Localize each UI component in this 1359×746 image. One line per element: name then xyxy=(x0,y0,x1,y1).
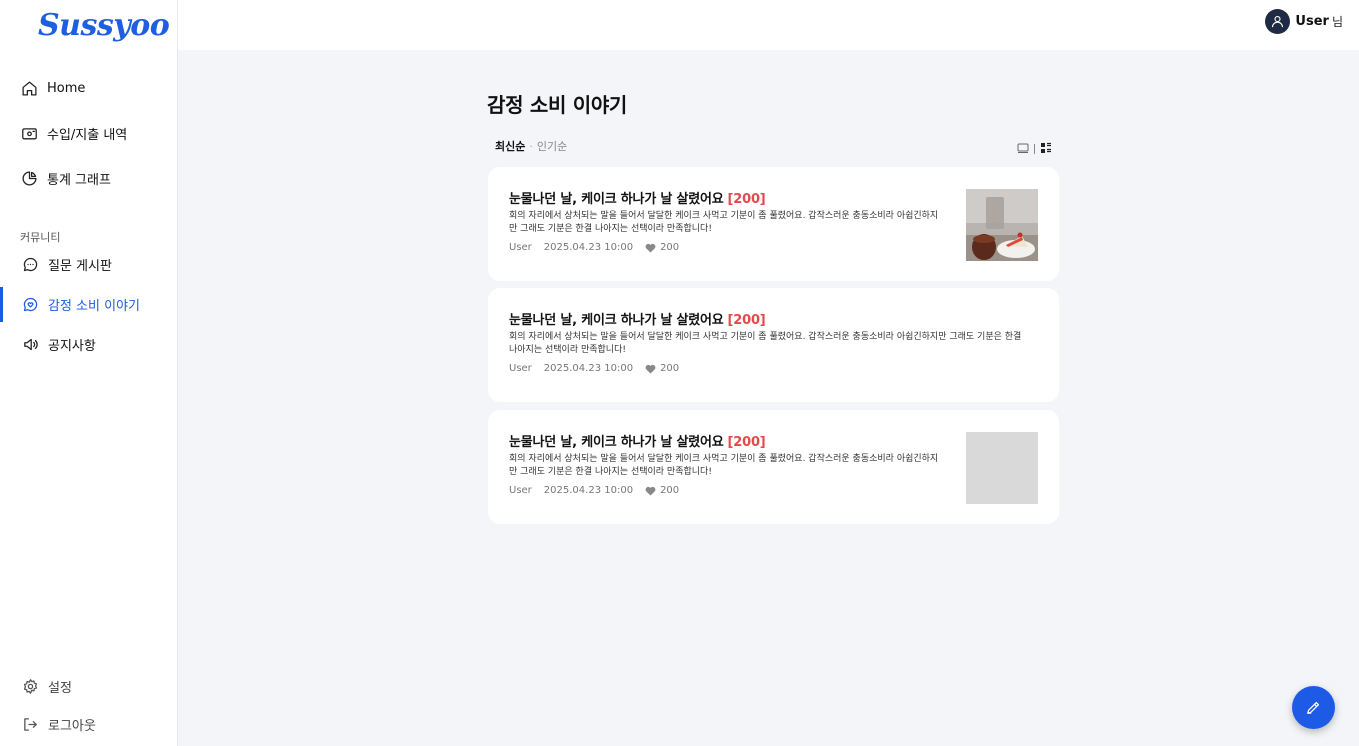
post-meta: User 2025.04.23 10:00 200 xyxy=(509,242,679,253)
sidebar: Sussyoo Home 수입/지출 내역 통계 그래프 커뮤니티 질문 게시판… xyxy=(0,0,178,746)
post-card[interactable]: 눈물나던 날, 케이크 하나가 날 살렸어요 [200] 회의 자리에서 상처되는… xyxy=(488,288,1059,402)
community-section-label: 커뮤니티 xyxy=(20,231,61,244)
sidebar-item-label: 통계 그래프 xyxy=(47,172,111,188)
sidebar-item-label: 로그아웃 xyxy=(48,718,96,734)
post-excerpt-line: 나아지는 선택이라 만족합니다! xyxy=(509,344,626,355)
sidebar-item-questions[interactable]: 질문 게시판 xyxy=(0,246,177,282)
post-meta: User 2025.04.23 10:00 200 xyxy=(509,363,679,374)
comment-count: [200] xyxy=(727,313,766,328)
post-author: User xyxy=(509,363,532,374)
post-likes: 200 xyxy=(645,363,679,374)
post-excerpt-line: 만 그래도 기분은 한결 나아지는 선택이라 만족합니다! xyxy=(509,223,712,234)
chat-bubble-icon xyxy=(21,255,39,273)
wallet-icon xyxy=(20,124,38,142)
post-excerpt-line: 회의 자리에서 상처되는 말을 들어서 달달한 케이크 사먹고 기분이 좀 풀렸… xyxy=(509,454,939,464)
heart-icon xyxy=(645,243,656,253)
card-view-icon[interactable] xyxy=(1017,139,1029,158)
page-title: 감정 소비 이야기 xyxy=(487,93,628,117)
post-card[interactable]: 눈물나던 날, 케이크 하나가 날 살렸어요 [200] 회의 자리에서 상처되는… xyxy=(488,410,1059,524)
post-title-text: 눈물나던 날, 케이크 하나가 날 살렸어요 xyxy=(509,435,724,450)
write-post-button[interactable] xyxy=(1292,686,1335,729)
sidebar-item-notices[interactable]: 공지사항 xyxy=(0,326,177,362)
gear-icon xyxy=(21,677,39,695)
user-menu[interactable]: User 님 xyxy=(1265,9,1343,34)
user-name: User xyxy=(1295,14,1329,29)
sort-latest[interactable]: 최신순 xyxy=(495,138,525,154)
post-likes: 200 xyxy=(645,485,679,496)
post-excerpt: 회의 자리에서 상처되는 말을 들어서 달달한 케이크 사먹고 기분이 좀 풀렸… xyxy=(509,453,938,478)
sidebar-item-label: 설정 xyxy=(48,680,72,696)
logout-icon xyxy=(21,715,39,733)
sidebar-item-home[interactable]: Home xyxy=(0,70,177,106)
post-title-text: 눈물나던 날, 케이크 하나가 날 살렸어요 xyxy=(509,313,724,328)
post-thumbnail-placeholder xyxy=(966,432,1038,504)
app-logo[interactable]: Sussyoo xyxy=(38,8,170,43)
sidebar-item-label: 공지사항 xyxy=(48,338,96,354)
top-bar: User 님 xyxy=(178,0,1359,50)
post-meta: User 2025.04.23 10:00 200 xyxy=(509,485,679,496)
sidebar-item-settings[interactable]: 설정 xyxy=(0,668,177,704)
view-toggle-divider xyxy=(1034,143,1035,154)
sidebar-item-emotional-spending[interactable]: 감정 소비 이야기 xyxy=(0,286,177,322)
post-author: User xyxy=(509,485,532,496)
heart-icon xyxy=(645,486,656,496)
post-date: 2025.04.23 10:00 xyxy=(543,242,634,253)
sort-popular[interactable]: 인기순 xyxy=(537,138,567,154)
sidebar-item-label: 수입/지출 내역 xyxy=(47,127,128,143)
like-count: 200 xyxy=(660,242,680,253)
sidebar-item-label: 감정 소비 이야기 xyxy=(48,298,140,314)
post-excerpt-line: 만 그래도 기분은 한결 나아지는 선택이라 만족합니다! xyxy=(509,466,712,477)
post-card[interactable]: 눈물나던 날, 케이크 하나가 날 살렸어요 [200] 회의 자리에서 상처되는… xyxy=(488,167,1059,281)
user-honorific: 님 xyxy=(1331,15,1343,29)
pencil-icon xyxy=(1307,701,1320,714)
post-thumbnail xyxy=(966,189,1038,261)
sort-options: 최신순 · 인기순 xyxy=(495,138,567,154)
post-author: User xyxy=(509,242,532,253)
sort-separator: · xyxy=(529,139,533,153)
sidebar-item-label: Home xyxy=(47,80,86,96)
post-title-text: 눈물나던 날, 케이크 하나가 날 살렸어요 xyxy=(509,192,724,207)
view-toggle xyxy=(1017,139,1052,158)
list-view-icon[interactable] xyxy=(1040,139,1052,158)
sidebar-item-statistics[interactable]: 통계 그래프 xyxy=(0,160,177,196)
comment-count: [200] xyxy=(727,192,766,207)
post-likes: 200 xyxy=(645,242,679,253)
post-excerpt-line: 회의 자리에서 상처되는 말을 들어서 달달한 케이크 사먹고 기분이 좀 풀렸… xyxy=(509,211,939,221)
heart-bubble-icon xyxy=(21,295,39,313)
comment-count: [200] xyxy=(727,435,766,450)
post-date: 2025.04.23 10:00 xyxy=(543,363,634,374)
post-title: 눈물나던 날, 케이크 하나가 날 살렸어요 [200] xyxy=(509,309,766,328)
post-title: 눈물나던 날, 케이크 하나가 날 살렸어요 [200] xyxy=(509,431,766,450)
home-icon xyxy=(20,79,38,97)
like-count: 200 xyxy=(660,485,680,496)
user-avatar-icon xyxy=(1265,9,1291,34)
post-date: 2025.04.23 10:00 xyxy=(543,485,634,496)
post-excerpt-line: 회의 자리에서 상처되는 말을 들어서 달달한 케이크 사먹고 기분이 좀 풀렸… xyxy=(509,332,1022,342)
post-title: 눈물나던 날, 케이크 하나가 날 살렸어요 [200] xyxy=(509,188,766,207)
heart-icon xyxy=(645,364,656,374)
megaphone-icon xyxy=(21,335,39,353)
sidebar-item-logout[interactable]: 로그아웃 xyxy=(0,706,177,742)
pie-chart-icon xyxy=(20,169,38,187)
like-count: 200 xyxy=(660,363,680,374)
post-excerpt: 회의 자리에서 상처되는 말을 들어서 달달한 케이크 사먹고 기분이 좀 풀렸… xyxy=(509,331,1021,356)
post-excerpt: 회의 자리에서 상처되는 말을 들어서 달달한 케이크 사먹고 기분이 좀 풀렸… xyxy=(509,210,938,235)
sidebar-item-label: 질문 게시판 xyxy=(48,258,112,274)
sidebar-item-transactions[interactable]: 수입/지출 내역 xyxy=(0,115,177,151)
